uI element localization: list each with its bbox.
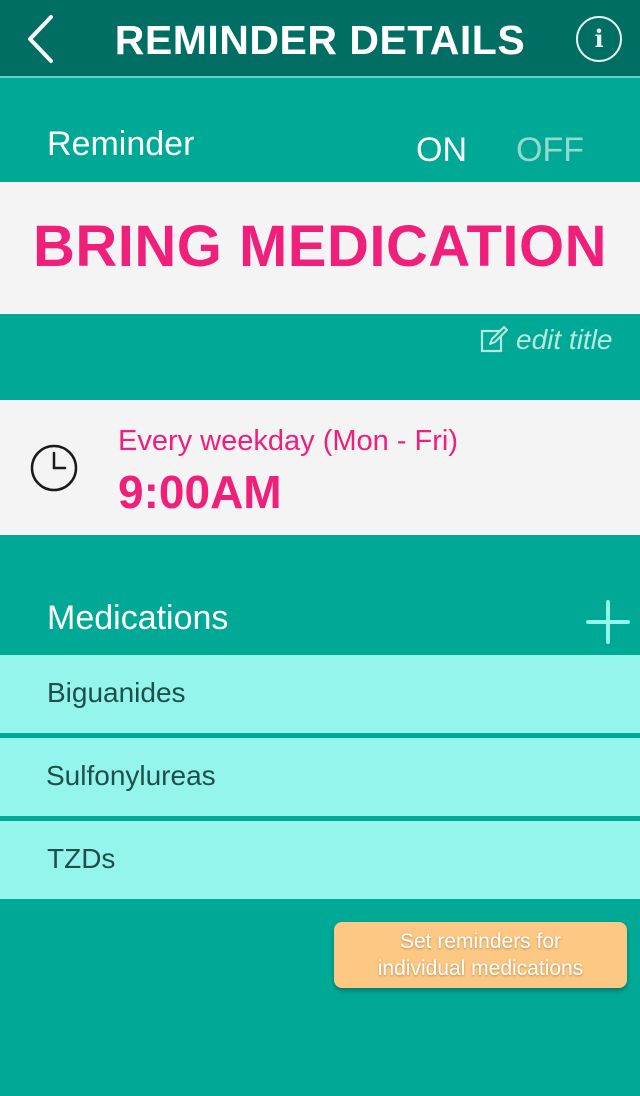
schedule-panel[interactable]: Every weekday (Mon - Fri) 9:00AM: [0, 400, 640, 535]
page-title: REMINDER DETAILS: [114, 17, 526, 63]
back-button[interactable]: [16, 10, 64, 68]
toggle-off-option[interactable]: OFF: [516, 128, 584, 172]
medications-header: Medications: [0, 590, 640, 654]
medication-name: TZDs: [47, 843, 116, 874]
schedule-frequency: Every weekday (Mon - Fri): [118, 425, 459, 457]
medication-item[interactable]: TZDs: [0, 821, 640, 899]
reminder-title-panel: BRING MEDICATION: [0, 182, 640, 314]
clock-icon: [30, 444, 78, 492]
plus-icon: [586, 600, 630, 644]
edit-title-label: edit title: [516, 324, 613, 355]
edit-title-button[interactable]: edit title: [480, 322, 613, 358]
info-icon: i: [594, 24, 604, 53]
set-individual-reminders-button[interactable]: Set reminders for individual medications: [334, 922, 627, 988]
schedule-time: 9:00AM: [118, 466, 282, 518]
add-medication-button[interactable]: [586, 600, 630, 644]
medications-label: Medications: [47, 599, 229, 637]
top-bar: REMINDER DETAILS i: [0, 0, 640, 78]
reminder-label: Reminder: [47, 125, 195, 163]
chevron-left-icon: [28, 15, 53, 63]
edit-icon: [480, 326, 508, 353]
medication-item[interactable]: Biguanides: [0, 655, 640, 733]
set-reminders-line2: individual medications: [377, 957, 584, 980]
info-button[interactable]: i: [576, 16, 622, 62]
medication-name: Sulfonylureas: [46, 760, 216, 791]
toggle-on-option[interactable]: ON: [416, 128, 467, 172]
set-reminders-line1: Set reminders for: [399, 930, 562, 953]
reminder-title: BRING MEDICATION: [32, 214, 607, 279]
medication-item[interactable]: Sulfonylureas: [0, 738, 640, 816]
medication-name: Biguanides: [47, 677, 186, 708]
